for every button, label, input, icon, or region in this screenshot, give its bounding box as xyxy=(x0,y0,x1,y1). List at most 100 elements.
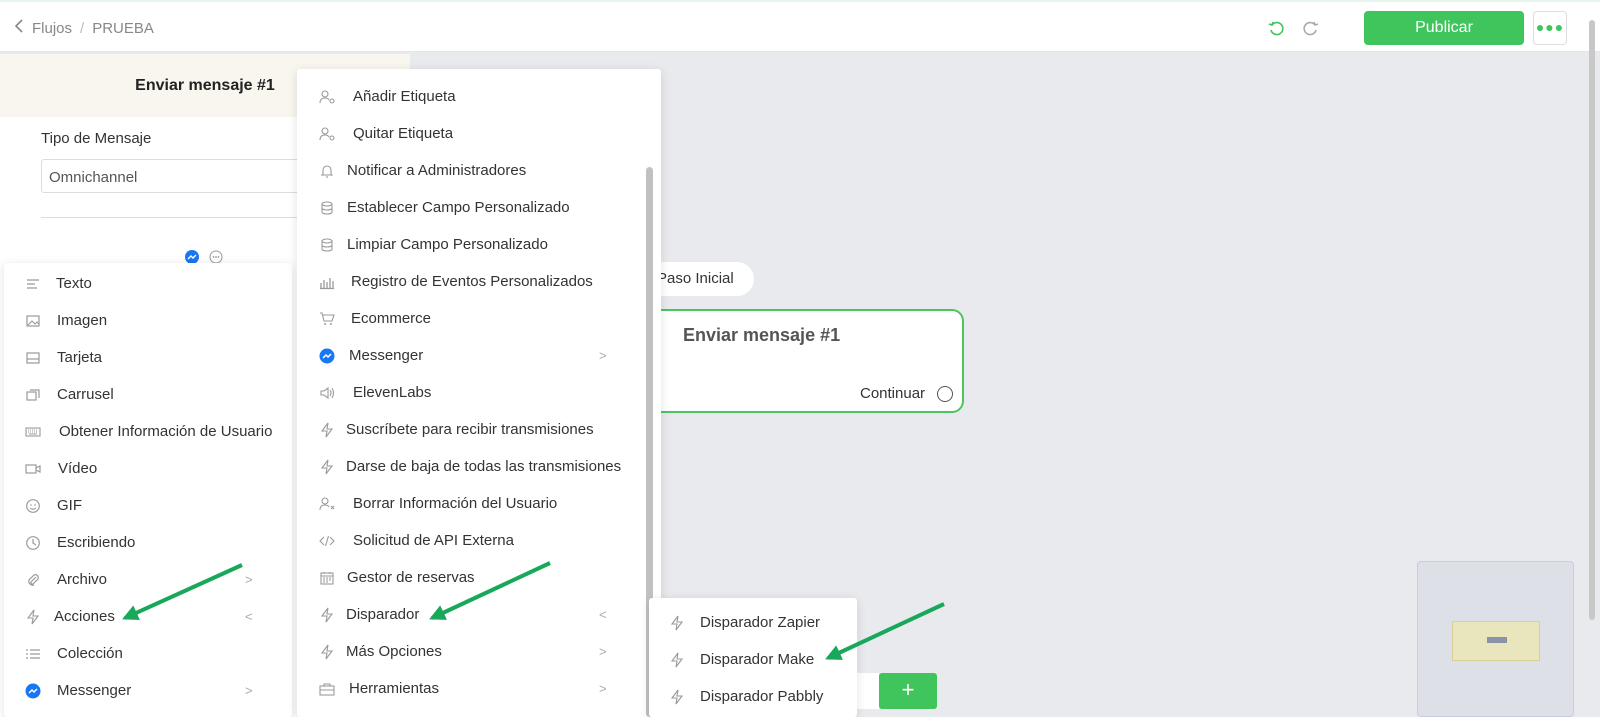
menu-item-add-tag[interactable]: Añadir Etiqueta xyxy=(297,78,661,115)
menu-item-more-options[interactable]: Más Opciones > xyxy=(297,633,661,670)
bolt-icon xyxy=(319,644,335,660)
menu-item-clear-custom-field[interactable]: Limpiar Campo Personalizado xyxy=(297,226,661,263)
node-output-port[interactable] xyxy=(937,386,953,402)
menu-item-image[interactable]: Imagen xyxy=(4,302,292,339)
menu-item-label: Establecer Campo Personalizado xyxy=(347,199,570,216)
menu-item-label: Carrusel xyxy=(57,386,114,403)
menu-item-set-custom-field[interactable]: Establecer Campo Personalizado xyxy=(297,189,661,226)
chevron-right-icon: > xyxy=(245,683,253,698)
menu-item-messenger[interactable]: Messenger > xyxy=(4,672,292,709)
speaker-icon xyxy=(319,385,335,401)
menu-item-label: Disparador Pabbly xyxy=(700,688,824,705)
menu-item-collection[interactable]: Colección xyxy=(4,635,292,672)
database-icon xyxy=(319,200,335,216)
menu-item-label: Tarjeta xyxy=(57,349,103,366)
publish-button[interactable]: Publicar xyxy=(1364,11,1524,45)
breadcrumb-current: PRUEBA xyxy=(92,19,154,37)
menu-item-ecommerce[interactable]: Ecommerce xyxy=(297,300,661,337)
menu-item-external-api[interactable]: Solicitud de API Externa xyxy=(297,522,661,559)
top-bar: Flujos / PRUEBA Publicar ●●● xyxy=(0,0,1600,52)
redo-icon[interactable] xyxy=(1301,20,1319,38)
bolt-icon xyxy=(669,652,685,668)
code-icon xyxy=(319,533,335,549)
menu-item-custom-events[interactable]: Registro de Eventos Personalizados xyxy=(297,263,661,300)
chevron-left-icon: < xyxy=(599,607,607,622)
menu-item-label: Darse de baja de todas las transmisiones xyxy=(346,458,622,475)
menu-item-label: Texto xyxy=(56,275,92,292)
menu-item-label: Gestor de reservas xyxy=(347,569,475,586)
menu-item-video[interactable]: Vídeo xyxy=(4,450,292,487)
text-icon xyxy=(25,276,41,292)
menu-item-label: Escribiendo xyxy=(57,534,136,551)
bolt-icon xyxy=(669,689,685,705)
add-node-button[interactable]: + xyxy=(879,673,937,709)
menu-item-actions[interactable]: Acciones < xyxy=(4,598,292,635)
bolt-icon xyxy=(319,459,335,475)
divider xyxy=(41,217,341,218)
menu-item-label: Limpiar Campo Personalizado xyxy=(347,236,548,253)
chevron-right-icon: > xyxy=(599,681,607,696)
message-type-label: Tipo de Mensaje xyxy=(41,130,152,147)
page-scrollbar[interactable] xyxy=(1589,20,1595,620)
menu-item-pabbly-trigger[interactable]: Disparador Pabbly xyxy=(649,678,857,715)
menu-item-subscribe-broadcasts[interactable]: Suscríbete para recibir transmisiones xyxy=(297,411,661,448)
menu-item-label: Borrar Información del Usuario xyxy=(353,495,558,512)
menu-item-unsubscribe-broadcasts[interactable]: Darse de baja de todas las transmisiones xyxy=(297,448,661,485)
chat-icon[interactable] xyxy=(209,250,223,264)
menu-item-label: Solicitud de API Externa xyxy=(353,532,514,549)
start-step-pill[interactable]: Paso Inicial xyxy=(645,262,754,296)
messenger-icon[interactable] xyxy=(185,250,199,264)
menu-item-label: Colección xyxy=(57,645,123,662)
chevron-right-icon: > xyxy=(245,572,253,587)
user-x-icon xyxy=(319,496,335,512)
menu-item-remove-tag[interactable]: Quitar Etiqueta xyxy=(297,115,661,152)
menu-item-card[interactable]: Tarjeta xyxy=(4,339,292,376)
menu-item-gif[interactable]: GIF xyxy=(4,487,292,524)
menu-item-file[interactable]: Archivo > xyxy=(4,561,292,598)
toolbar-segment xyxy=(857,673,879,709)
menu-item-messenger[interactable]: Messenger > xyxy=(297,337,661,374)
menu-item-label: GIF xyxy=(57,497,82,514)
bar-chart-icon xyxy=(319,274,335,290)
menu-item-carousel[interactable]: Carrusel xyxy=(4,376,292,413)
minimap[interactable] xyxy=(1417,561,1574,717)
menu-item-label: Obtener Información de Usuario xyxy=(59,423,273,440)
menu-item-notify-admins[interactable]: Notificar a Administradores xyxy=(297,152,661,189)
menu-item-typing[interactable]: Escribiendo xyxy=(4,524,292,561)
breadcrumb-separator: / xyxy=(80,19,85,37)
messenger-icon xyxy=(319,348,335,364)
menu-item-label: Messenger xyxy=(349,347,424,364)
breadcrumb-flows-link[interactable]: Flujos xyxy=(32,20,72,37)
card-icon xyxy=(25,350,41,366)
undo-icon[interactable] xyxy=(1268,20,1286,38)
database-icon xyxy=(319,237,335,253)
trigger-submenu: Disparador Zapier Disparador Make Dispar… xyxy=(649,598,857,717)
more-options-icon[interactable]: ●●● xyxy=(1533,11,1567,45)
menu-item-booking-manager[interactable]: Gestor de reservas xyxy=(297,559,661,596)
image-icon xyxy=(25,313,41,329)
menu-item-delete-user-info[interactable]: Borrar Información del Usuario xyxy=(297,485,661,522)
bell-icon xyxy=(319,163,335,179)
menu-item-label: Archivo xyxy=(57,571,108,588)
menu-item-label: Messenger xyxy=(57,682,132,699)
menu-item-label: ElevenLabs xyxy=(353,384,432,401)
messenger-icon xyxy=(25,683,41,699)
gif-icon xyxy=(25,498,41,514)
chevron-right-icon: > xyxy=(599,644,607,659)
menu-item-tools[interactable]: Herramientas > xyxy=(297,670,661,707)
breadcrumb: Flujos / PRUEBA xyxy=(14,19,154,37)
flow-node[interactable]: Enviar mensaje #1 Continuar xyxy=(640,309,964,413)
menu-item-text[interactable]: Texto xyxy=(4,265,292,302)
chevron-left-icon: < xyxy=(245,609,253,624)
menu-item-label: Notificar a Administradores xyxy=(347,162,527,179)
bolt-icon xyxy=(319,607,335,623)
menu-item-get-user-info[interactable]: Obtener Información de Usuario xyxy=(4,413,292,450)
menu-item-label: Herramientas xyxy=(349,680,440,697)
menu-item-trigger[interactable]: Disparador < xyxy=(297,596,661,633)
video-icon xyxy=(25,461,41,477)
menu-item-zapier-trigger[interactable]: Disparador Zapier xyxy=(649,604,857,641)
menu-item-make-trigger[interactable]: Disparador Make xyxy=(649,641,857,678)
message-type-select[interactable]: Omnichannel xyxy=(41,159,341,193)
menu-item-elevenlabs[interactable]: ElevenLabs xyxy=(297,374,661,411)
back-chevron-icon[interactable] xyxy=(14,19,24,37)
